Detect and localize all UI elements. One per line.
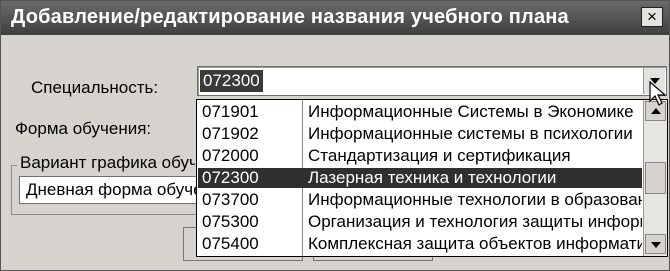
schedule-group-title: Вариант графика обучения <box>17 153 195 173</box>
mouse-pointer-icon <box>649 81 667 106</box>
list-item[interactable]: 075300 Организация и технология защиты ин… <box>198 212 642 232</box>
specialty-code: 073700 <box>202 190 259 209</box>
specialty-combobox[interactable]: 072300 <box>197 66 667 96</box>
title-bar[interactable]: Добавление/редактирование названия учебн… <box>1 1 669 35</box>
specialty-dropdown-list[interactable]: 071901 Информационные Системы в Экономике… <box>196 99 668 257</box>
arrow-up-icon <box>651 108 661 114</box>
arrow-down-icon <box>651 242 661 248</box>
specialty-name: Организация и технология защиты информац… <box>308 212 642 231</box>
specialty-code: 071901 <box>202 102 259 121</box>
specialty-code: 072000 <box>202 146 259 165</box>
list-item[interactable]: 075400 Комплексная защита объектов информ… <box>198 234 642 254</box>
specialty-name: Стандартизация и сертификация <box>308 146 571 165</box>
scroll-thumb[interactable] <box>645 162 666 194</box>
window-title: Добавление/редактирование названия учебн… <box>11 6 569 28</box>
study-form-label: Форма обучения: <box>15 119 152 138</box>
specialty-name: Информационные технологии в образовании <box>308 190 642 209</box>
dialog-window: Добавление/редактирование названия учебн… <box>0 0 670 271</box>
specialty-name: Комплексная защита объектов информатизац… <box>308 234 642 253</box>
specialty-code: 075300 <box>202 212 259 231</box>
specialty-value: 072300 <box>200 70 263 92</box>
specialty-label: Специальность: <box>31 78 159 97</box>
specialty-name: Информационные системы в психологии <box>308 124 633 143</box>
close-icon: × <box>647 7 657 26</box>
scroll-down-button[interactable] <box>645 234 666 254</box>
specialty-name: Информационные Системы в Экономике <box>308 102 634 121</box>
list-item[interactable]: 072000 Стандартизация и сертификация <box>198 146 642 166</box>
list-item[interactable]: 073700 Информационные технологии в образо… <box>198 190 642 210</box>
list-item[interactable]: 071902 Информационные системы в психологи… <box>198 124 642 144</box>
schedule-combobox[interactable]: Дневная форма обучения <box>19 176 197 204</box>
specialty-code: 075400 <box>202 234 259 253</box>
specialty-name: Лазерная техника и технологии <box>308 168 557 187</box>
dropdown-scrollbar[interactable] <box>643 100 667 256</box>
list-item[interactable]: 072300 Лазерная техника и технологии <box>198 168 642 188</box>
specialty-code: 072300 <box>202 168 259 187</box>
list-item[interactable]: 071901 Информационные Системы в Экономике <box>198 102 642 122</box>
close-button[interactable]: × <box>641 7 663 27</box>
specialty-code: 071902 <box>202 124 259 143</box>
